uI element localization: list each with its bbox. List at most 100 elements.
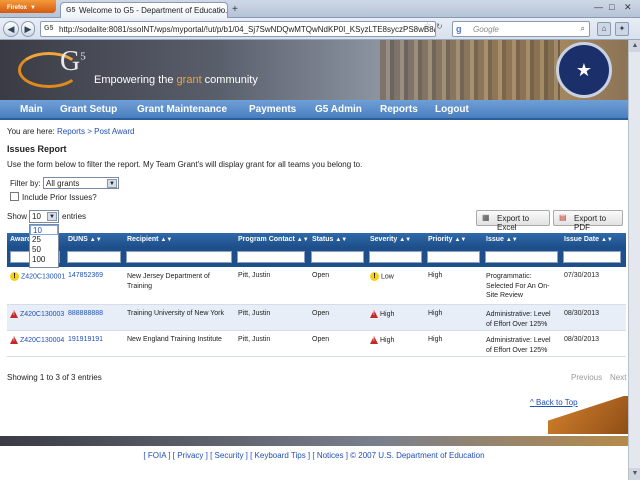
browser-tab[interactable]: G5 Welcome to G5 - Department of Educati… bbox=[60, 2, 228, 18]
url-bar[interactable]: G5 http://sodalite:8081/ssoINT/wps/mypor… bbox=[40, 21, 436, 37]
library-image bbox=[380, 40, 560, 100]
firefox-menu-button[interactable]: Firefox ▼ bbox=[0, 0, 56, 13]
column-recipient[interactable]: Recipient ▲▼ bbox=[127, 236, 172, 243]
google-icon: g bbox=[456, 24, 462, 34]
back-icon[interactable]: ◀ bbox=[3, 21, 19, 37]
duns-link[interactable]: 147852369 bbox=[68, 272, 103, 279]
previous-button[interactable]: Previous bbox=[571, 373, 602, 382]
page-scrollbar[interactable]: ▲ ▼ bbox=[628, 40, 640, 480]
severity-cell: ! High bbox=[370, 310, 394, 318]
award-cell[interactable]: ! Z420C130001 bbox=[10, 272, 65, 281]
sort-icon: ▲▼ bbox=[160, 237, 173, 243]
scroll-down-icon[interactable]: ▼ bbox=[629, 468, 640, 480]
alert-icon: ! bbox=[370, 336, 378, 344]
pdf-icon: ▤ bbox=[559, 213, 567, 222]
table-row[interactable]: ! Z420C130003 888888888 Training Univers… bbox=[7, 305, 626, 331]
breadcrumb-link[interactable]: Reports > Post Award bbox=[57, 127, 134, 136]
firefox-button-label: Firefox bbox=[7, 5, 28, 11]
menu-g5-admin[interactable]: G5 Admin bbox=[315, 104, 362, 115]
column-priority[interactable]: Priority ▲▼ bbox=[428, 236, 466, 243]
forward-icon[interactable]: ▶ bbox=[21, 21, 35, 37]
award-cell[interactable]: ! Z420C130004 bbox=[10, 336, 64, 344]
issue-cell: Programmatic: Selected For An On-Site Re… bbox=[486, 273, 550, 299]
site-icon: G5 bbox=[44, 25, 54, 32]
spreadsheet-icon: ▦ bbox=[482, 213, 490, 222]
date-cell: 08/30/2013 bbox=[564, 310, 600, 317]
filter-contact-input[interactable] bbox=[237, 251, 305, 263]
filter-priority-input[interactable] bbox=[427, 251, 480, 263]
export-excel-button[interactable]: ▦ Export to Excel bbox=[476, 210, 550, 232]
navigation-toolbar: ◀ ▶ G5 http://sodalite:8081/ssoINT/wps/m… bbox=[0, 18, 640, 40]
alert-icon: ! bbox=[10, 310, 18, 318]
award-cell[interactable]: ! Z420C130003 bbox=[10, 310, 64, 318]
menu-grant-maintenance[interactable]: Grant Maintenance bbox=[137, 104, 227, 115]
addon-icon[interactable]: ✦ bbox=[615, 22, 629, 36]
filter-issue-input[interactable] bbox=[485, 251, 558, 263]
search-icon[interactable]: ⌕ bbox=[581, 24, 585, 34]
reload-icon[interactable]: ↻ bbox=[436, 22, 443, 31]
chevron-down-icon: ▼ bbox=[107, 179, 117, 188]
g5-favicon-icon: G5 bbox=[66, 7, 76, 14]
entries-option[interactable]: 100 bbox=[30, 255, 58, 265]
footer-links[interactable]: [ FOIA ] [ Privacy ] [ Security ] [ Keyb… bbox=[0, 451, 628, 460]
bookmark-star-icon[interactable]: ☆ bbox=[424, 21, 431, 30]
sort-icon: ▲▼ bbox=[89, 237, 102, 243]
recipient-cell: New Jersey Department of Training bbox=[127, 273, 210, 290]
warning-icon: ! bbox=[370, 272, 379, 281]
duns-link[interactable]: 888888888 bbox=[68, 310, 103, 317]
severity-cell: ! High bbox=[370, 336, 394, 344]
entries-select[interactable]: 10 ▼ bbox=[29, 210, 59, 223]
filter-value: All grants bbox=[46, 179, 80, 188]
scroll-up-icon[interactable]: ▲ bbox=[629, 40, 640, 52]
column-program-contact[interactable]: Program Contact ▲▼ bbox=[238, 236, 309, 243]
export-pdf-button[interactable]: ▤ Export to PDF bbox=[553, 210, 623, 232]
menu-main[interactable]: Main bbox=[20, 104, 43, 115]
breadcrumb: You are here: Reports > Post Award bbox=[7, 127, 135, 136]
table-filter-row bbox=[7, 247, 626, 267]
filter-recipient-input[interactable] bbox=[126, 251, 232, 263]
priority-cell: High bbox=[428, 272, 443, 279]
entries-option[interactable]: 50 bbox=[30, 245, 58, 255]
show-label: Show bbox=[7, 212, 28, 221]
filter-select[interactable]: All grants ▼ bbox=[43, 177, 119, 189]
recipient-cell: Training University of New York bbox=[127, 310, 225, 317]
issue-cell: Administrative: Level of Effort Over 125… bbox=[486, 311, 551, 328]
minimize-icon[interactable]: — bbox=[594, 2, 603, 12]
filter-severity-input[interactable] bbox=[369, 251, 422, 263]
close-window-icon[interactable]: ✕ bbox=[624, 2, 632, 13]
filter-date-input[interactable] bbox=[563, 251, 621, 263]
filter-status-input[interactable] bbox=[311, 251, 364, 263]
entries-option[interactable]: 25 bbox=[30, 235, 58, 245]
priority-cell: High bbox=[428, 310, 443, 317]
close-tab-icon[interactable]: × bbox=[218, 6, 223, 15]
entries-option[interactable]: 10 bbox=[30, 225, 58, 235]
column-issue-date[interactable]: Issue Date ▲▼ bbox=[564, 236, 613, 243]
tab-title: Welcome to G5 - Department of Educatio..… bbox=[79, 6, 228, 15]
back-to-top-link[interactable]: ^ Back to Top bbox=[530, 398, 578, 407]
search-field[interactable]: g Google ⌕ bbox=[452, 21, 590, 37]
filter-duns-input[interactable] bbox=[67, 251, 121, 263]
column-status[interactable]: Status ▲▼ bbox=[312, 236, 347, 243]
new-tab-icon[interactable]: + bbox=[232, 4, 238, 15]
sort-icon: ▲▼ bbox=[505, 237, 518, 243]
date-cell: 07/30/2013 bbox=[564, 272, 600, 279]
priority-cell: High bbox=[428, 336, 443, 343]
status-cell: Open bbox=[312, 310, 330, 317]
duns-link[interactable]: 191919191 bbox=[68, 336, 103, 343]
home-icon[interactable]: ⌂ bbox=[597, 22, 611, 36]
menu-reports[interactable]: Reports bbox=[380, 104, 418, 115]
menu-payments[interactable]: Payments bbox=[249, 104, 296, 115]
include-prior-checkbox[interactable] bbox=[10, 192, 19, 201]
column-issue[interactable]: Issue ▲▼ bbox=[486, 236, 518, 243]
maximize-icon[interactable]: □ bbox=[609, 2, 614, 12]
table-row[interactable]: ! Z420C130001 147852369 New Jersey Depar… bbox=[7, 267, 626, 305]
next-button[interactable]: Next bbox=[610, 373, 626, 382]
sort-icon: ▲▼ bbox=[454, 237, 467, 243]
menu-logout[interactable]: Logout bbox=[435, 104, 469, 115]
tagline: Empowering the grant community bbox=[94, 74, 258, 86]
table-row[interactable]: ! Z420C130004 191919191 New England Trai… bbox=[7, 331, 626, 357]
menu-grant-setup[interactable]: Grant Setup bbox=[60, 104, 117, 115]
column-severity[interactable]: Severity ▲▼ bbox=[370, 236, 411, 243]
column-duns[interactable]: DUNS ▲▼ bbox=[68, 236, 102, 243]
severity-cell: ! Low bbox=[370, 272, 394, 281]
